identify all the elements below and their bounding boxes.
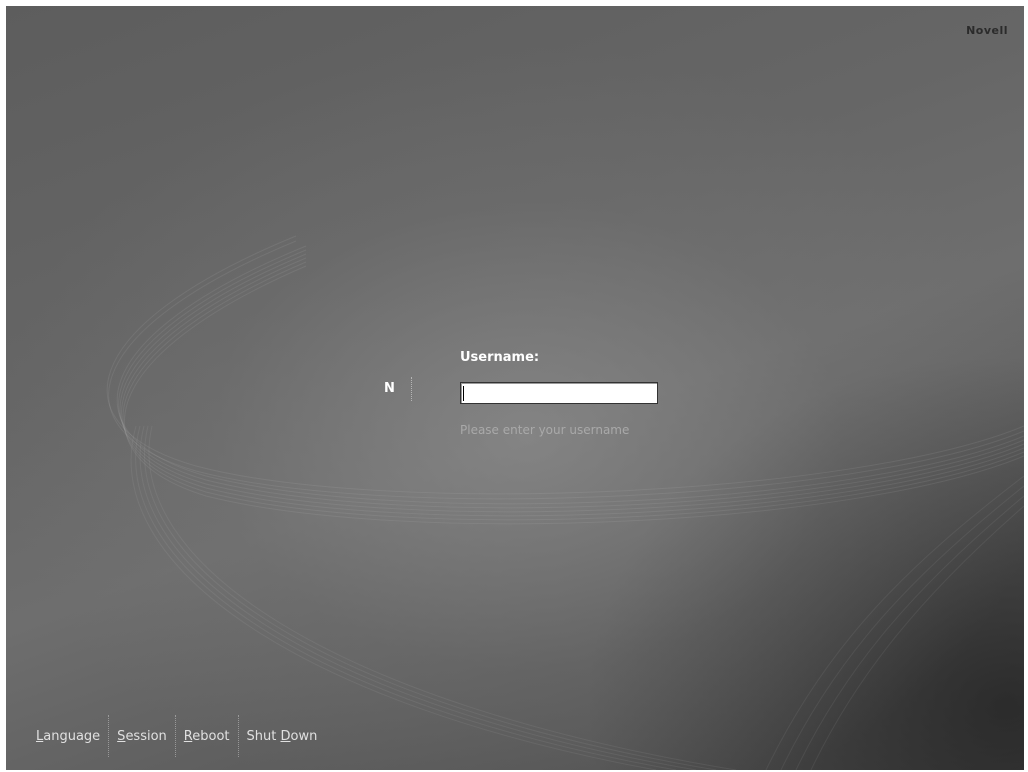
- session-button[interactable]: Session: [109, 729, 175, 744]
- divider: [411, 377, 412, 401]
- shutdown-button[interactable]: Shut Down: [239, 729, 326, 744]
- reboot-button[interactable]: Reboot: [176, 729, 238, 744]
- username-hint: Please enter your username: [460, 423, 630, 437]
- action-bar: Language Session Reboot Shut Down: [28, 714, 325, 758]
- login-screen: Novell N Username: Please enter your use…: [6, 6, 1024, 770]
- novell-n-icon: N: [384, 381, 395, 396]
- login-panel: N Username: Please enter your username: [376, 346, 676, 456]
- username-input[interactable]: [460, 382, 658, 404]
- language-button[interactable]: Language: [28, 729, 108, 744]
- text-cursor: [463, 386, 464, 401]
- username-label: Username:: [460, 350, 540, 365]
- novell-logo: Novell: [966, 24, 1008, 37]
